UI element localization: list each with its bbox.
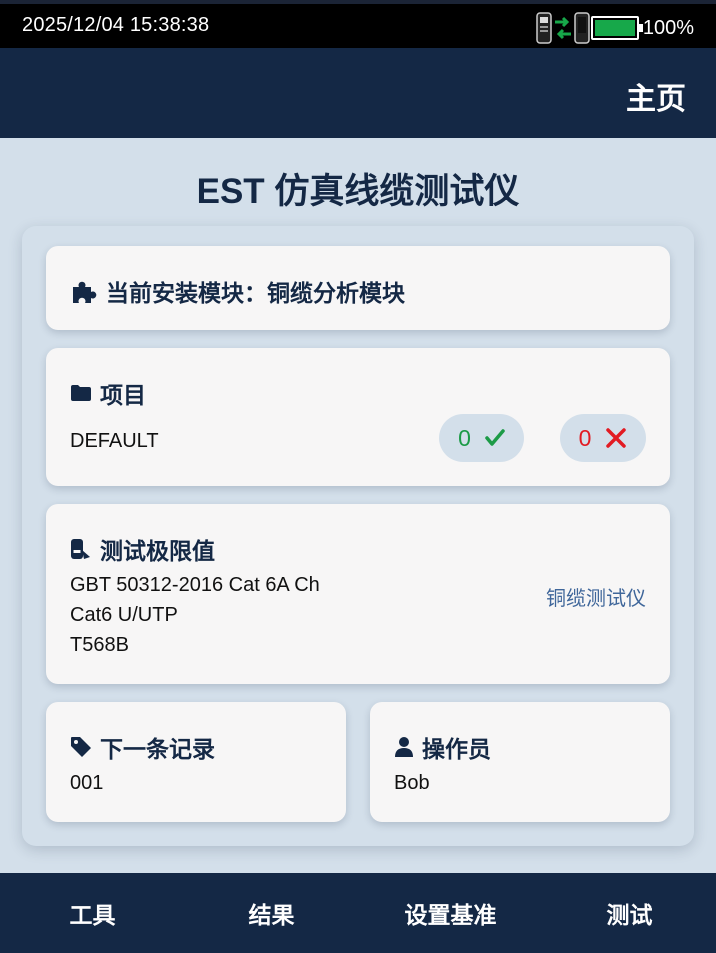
- test-limits-title: 测试极限值: [70, 532, 215, 566]
- battery-icon: [590, 16, 643, 40]
- status-bar: 2025/12/04 15:38:38 100%: [0, 0, 716, 48]
- tag-icon: [71, 737, 91, 757]
- operator-value: Bob: [394, 772, 430, 794]
- module-label: 当前安装模块：铜缆分析模块: [106, 280, 405, 306]
- fail-count-pill[interactable]: 0: [560, 414, 646, 462]
- main-panel: 当前安装模块：铜缆分析模块 项目 DEFAULT 0 0 测试极限值 GBT 5…: [22, 226, 694, 846]
- operator-title: 操作员: [394, 730, 491, 764]
- pass-count-pill[interactable]: 0: [439, 414, 524, 462]
- next-record-card[interactable]: 下一条记录 001: [46, 702, 346, 822]
- app-bar: 主页: [0, 48, 716, 138]
- results-button[interactable]: 结果: [179, 873, 358, 953]
- next-record-title: 下一条记录: [70, 730, 215, 764]
- limit-wiring: T568B: [70, 634, 129, 656]
- tools-button[interactable]: 工具: [0, 873, 179, 953]
- status-datetime: 2025/12/04 15:38:38: [22, 14, 210, 36]
- project-title: 项目: [70, 376, 146, 410]
- limit-cable-type: Cat6 U/UTP: [70, 604, 178, 626]
- project-card[interactable]: 项目 DEFAULT 0 0: [46, 348, 670, 486]
- limit-standard: GBT 50312-2016 Cat 6A Ch: [70, 574, 320, 596]
- device-connection-icon: [536, 12, 590, 44]
- test-button[interactable]: 测试: [537, 873, 716, 953]
- fail-count: 0: [578, 424, 592, 451]
- pass-count: 0: [458, 424, 471, 451]
- module-title: 当前安装模块：铜缆分析模块: [70, 274, 405, 308]
- status-right: 100%: [535, 11, 694, 45]
- module-card: 当前安装模块：铜缆分析模块: [46, 246, 670, 330]
- set-reference-button[interactable]: 设置基准: [358, 873, 537, 953]
- check-icon: [485, 429, 505, 446]
- page-title: EST 仿真线缆测试仪: [196, 172, 520, 211]
- device-type-link[interactable]: 铜缆测试仪: [546, 582, 646, 611]
- battery-percent: 100%: [642, 16, 694, 39]
- cross-icon: [606, 428, 627, 448]
- project-name: DEFAULT: [70, 430, 159, 452]
- bottom-nav: 工具 结果 设置基准 测试: [0, 873, 716, 953]
- test-limits-card[interactable]: 测试极限值 GBT 50312-2016 Cat 6A Ch Cat6 U/UT…: [46, 504, 670, 684]
- battery-fill: [594, 20, 635, 36]
- folder-icon: [71, 385, 91, 401]
- test-limits-label: 测试极限值: [100, 538, 215, 564]
- home-button[interactable]: 主页: [626, 74, 686, 118]
- limit-icon: [71, 539, 90, 559]
- project-title-label: 项目: [100, 382, 146, 408]
- next-record-label: 下一条记录: [100, 736, 215, 762]
- user-icon: [395, 737, 413, 757]
- puzzle-icon: [73, 281, 97, 303]
- operator-label: 操作员: [422, 736, 491, 762]
- next-record-value: 001: [70, 772, 104, 794]
- operator-card[interactable]: 操作员 Bob: [370, 702, 670, 822]
